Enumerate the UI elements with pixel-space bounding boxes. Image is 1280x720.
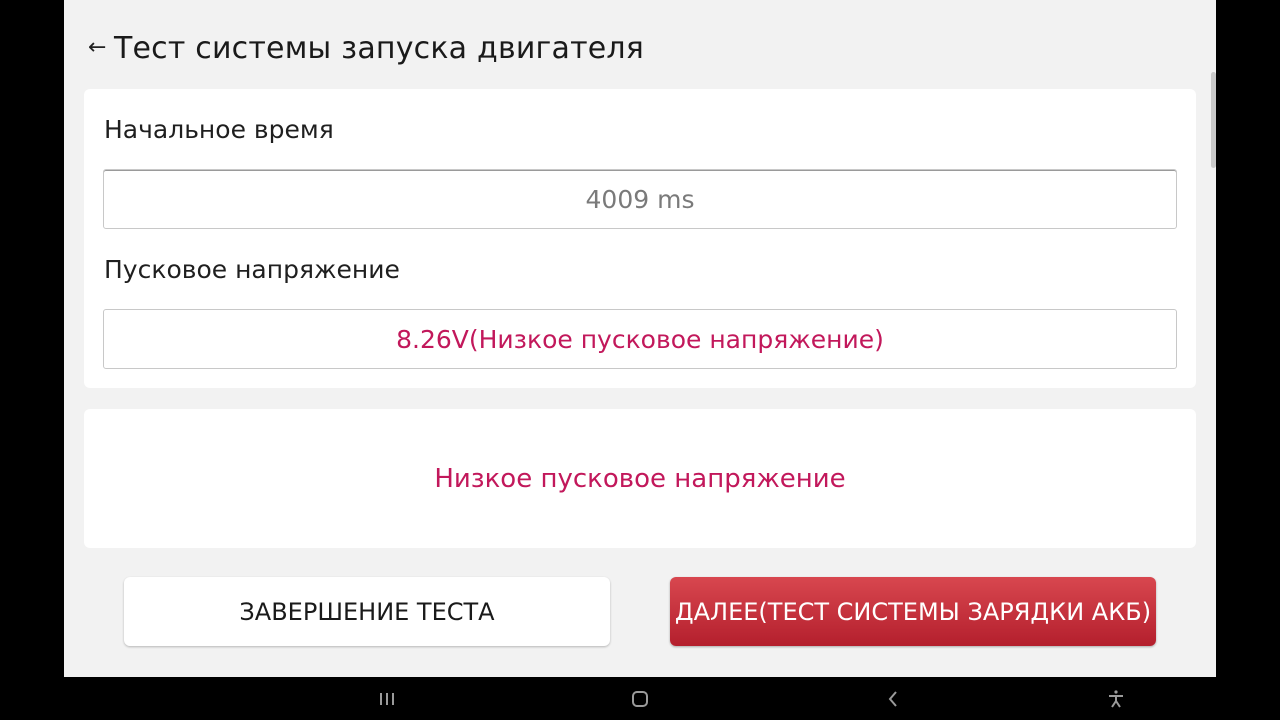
start-time-value: 4009 ms — [103, 169, 1177, 229]
voltage-label: Пусковое напряжение — [104, 255, 400, 284]
app-screen: ← Тест системы запуска двигателя Начальн… — [64, 0, 1216, 677]
result-message: Низкое пусковое напряжение — [434, 463, 846, 494]
arrow-left-icon[interactable]: ← — [88, 37, 106, 59]
accessibility-icon[interactable] — [1086, 677, 1146, 720]
header: ← Тест системы запуска двигателя — [88, 26, 644, 70]
home-icon[interactable] — [610, 677, 670, 720]
start-time-label: Начальное время — [104, 115, 334, 144]
back-icon[interactable] — [863, 677, 923, 720]
recent-apps-icon[interactable] — [357, 677, 417, 720]
next-test-button[interactable]: ДАЛЕЕ(ТЕСТ СИСТЕМЫ ЗАРЯДКИ АКБ) — [670, 577, 1156, 646]
result-message-card: Низкое пусковое напряжение — [84, 409, 1196, 548]
finish-test-button[interactable]: ЗАВЕРШЕНИЕ ТЕСТА — [124, 577, 610, 646]
scrollbar[interactable] — [1211, 72, 1216, 168]
readings-card: Начальное время 4009 ms Пусковое напряже… — [84, 89, 1196, 388]
voltage-value: 8.26V(Низкое пусковое напряжение) — [103, 309, 1177, 369]
page-title: Тест системы запуска двигателя — [114, 30, 645, 66]
system-navbar — [0, 677, 1280, 720]
